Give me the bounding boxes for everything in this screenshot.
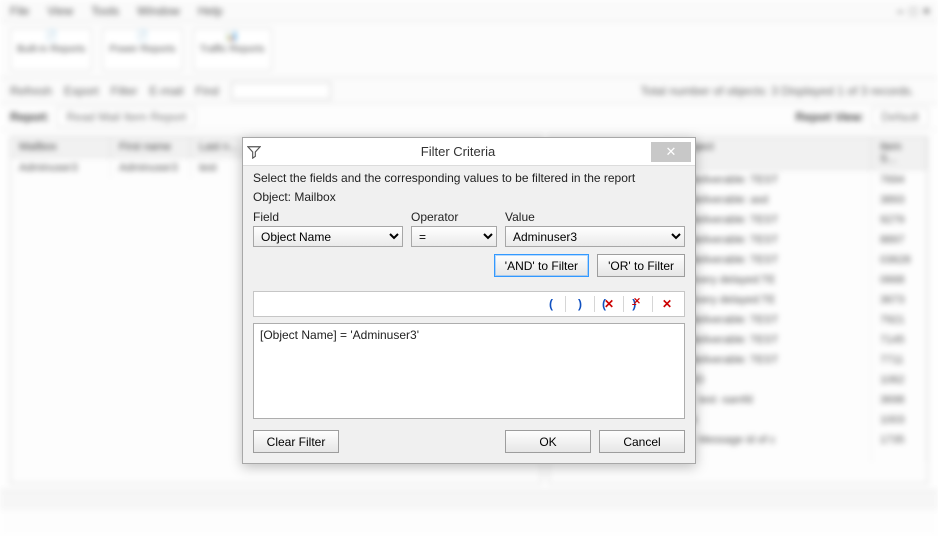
- delete-line-button[interactable]: )✕: [625, 294, 651, 314]
- col-size[interactable]: Item S...: [872, 137, 927, 169]
- traffic-reports-button[interactable]: 📊Traffic Reports: [193, 28, 272, 71]
- open-paren-button[interactable]: (: [538, 294, 564, 314]
- toolbar: Refresh Export Filter E-mail Find Total …: [0, 78, 938, 104]
- separator: [594, 296, 595, 312]
- ribbon: 📄Built-in Reports 📄Power Reports 📊Traffi…: [0, 22, 938, 78]
- cell: Adminuser3: [111, 158, 191, 178]
- dialog-close-button[interactable]: ✕: [651, 142, 691, 162]
- builtin-reports-button[interactable]: 📄Built-in Reports: [10, 28, 92, 71]
- clear-filter-button[interactable]: Clear Filter: [253, 430, 339, 453]
- expression-toolbar: ( ) (✕ )✕ ✕: [253, 291, 685, 317]
- cell: Undeliverable: TEST: [669, 210, 872, 230]
- col-mailbox[interactable]: Mailbox: [11, 137, 111, 157]
- separator: [652, 296, 653, 312]
- cell: RE: test -samfd: [669, 390, 872, 410]
- cell: 1062: [872, 370, 927, 390]
- export-button[interactable]: Export: [64, 84, 99, 98]
- cell: 7921: [872, 310, 927, 330]
- window-controls: – □ ×: [897, 4, 930, 18]
- cell: Adminuser3: [11, 158, 111, 178]
- filter-button[interactable]: Filter: [111, 84, 138, 98]
- cell: Undeliverable: TEST: [669, 310, 872, 330]
- report-view-label: Report View:: [795, 110, 863, 124]
- field-label: Field: [253, 210, 403, 224]
- separator: [565, 296, 566, 312]
- cell: RE: Message id of c: [669, 430, 872, 462]
- maximize-icon[interactable]: □: [910, 4, 917, 18]
- report-bar: Report: Read Mail Item Report Report Vie…: [0, 104, 938, 130]
- menu-help[interactable]: Help: [198, 4, 223, 18]
- cell: Undeliverable: TEST: [669, 250, 872, 270]
- menu-window[interactable]: Window: [137, 4, 180, 18]
- dialog-title: Filter Criteria: [265, 144, 651, 159]
- cell: Undeliverable: asd: [669, 190, 872, 210]
- ok-button[interactable]: OK: [505, 430, 591, 453]
- cell: Delivery delayed:TE: [669, 270, 872, 290]
- power-reports-button[interactable]: 📄Power Reports: [102, 28, 182, 71]
- separator: [623, 296, 624, 312]
- menu-view[interactable]: View: [47, 4, 73, 18]
- menu-tools[interactable]: Tools: [91, 4, 119, 18]
- email-button[interactable]: E-mail: [149, 84, 183, 98]
- cell: 1735: [872, 430, 927, 462]
- value-select[interactable]: Adminuser3: [505, 226, 685, 247]
- close-icon[interactable]: ×: [923, 4, 930, 18]
- minimize-icon[interactable]: –: [897, 4, 904, 18]
- find-input[interactable]: [231, 82, 331, 100]
- cell: 7145: [872, 330, 927, 350]
- power-reports-label: Power Reports: [109, 44, 175, 55]
- cell: 3698: [872, 390, 927, 410]
- cell: 0668: [872, 270, 927, 290]
- col-subject[interactable]: Subject: [669, 137, 872, 169]
- field-select[interactable]: Object Name: [253, 226, 403, 247]
- cell: 3673: [872, 290, 927, 310]
- builtin-reports-label: Built-in Reports: [17, 44, 85, 55]
- menu-file[interactable]: File: [10, 4, 29, 18]
- menu-bar: File View Tools Window Help – □ ×: [0, 0, 938, 22]
- cell: 03628: [872, 250, 927, 270]
- remove-parens-button[interactable]: (✕: [596, 294, 622, 314]
- and-to-filter-button[interactable]: 'AND' to Filter: [494, 254, 589, 277]
- cell: 3893: [872, 190, 927, 210]
- cell: Undeliverable: TEST: [669, 170, 872, 190]
- dialog-object-line: Object: Mailbox: [253, 187, 685, 206]
- cell: GRID: [669, 370, 872, 390]
- status-bar: [0, 490, 938, 510]
- cell: 1003: [872, 410, 927, 430]
- refresh-button[interactable]: Refresh: [10, 84, 52, 98]
- or-to-filter-button[interactable]: 'OR' to Filter: [597, 254, 685, 277]
- close-paren-button[interactable]: ): [567, 294, 593, 314]
- traffic-reports-label: Traffic Reports: [200, 44, 265, 55]
- cancel-button[interactable]: Cancel: [599, 430, 685, 453]
- filter-criteria-dialog: Filter Criteria ✕ Select the fields and …: [242, 137, 696, 464]
- record-count-label: Total number of objects: 3 Displayed 1 o…: [641, 84, 928, 98]
- cell: Delivery delayed:TE: [669, 290, 872, 310]
- report-view-select[interactable]: Default: [872, 107, 928, 127]
- cell: 9279: [872, 210, 927, 230]
- cell: 7711: [872, 350, 927, 370]
- cell: 7694: [872, 170, 927, 190]
- cell: Undeliverable: TEST: [669, 350, 872, 370]
- delete-all-button[interactable]: ✕: [654, 294, 680, 314]
- find-label: Find: [195, 84, 218, 98]
- dialog-titlebar[interactable]: Filter Criteria ✕: [243, 138, 695, 166]
- cell: Undeliverable: TEST: [669, 330, 872, 350]
- dialog-instruction: Select the fields and the corresponding …: [253, 168, 685, 187]
- operator-select[interactable]: =: [411, 226, 497, 247]
- cell: bulk: [669, 410, 872, 430]
- cell: Undeliverable: TEST: [669, 230, 872, 250]
- operator-label: Operator: [411, 210, 497, 224]
- cell: 8897: [872, 230, 927, 250]
- report-name[interactable]: Read Mail Item Report: [57, 107, 195, 127]
- value-label: Value: [505, 210, 685, 224]
- filter-icon: [243, 145, 265, 159]
- report-label: Report:: [10, 110, 49, 124]
- col-firstname[interactable]: First name: [111, 137, 191, 157]
- filter-expression[interactable]: [Object Name] = 'Adminuser3': [253, 323, 685, 419]
